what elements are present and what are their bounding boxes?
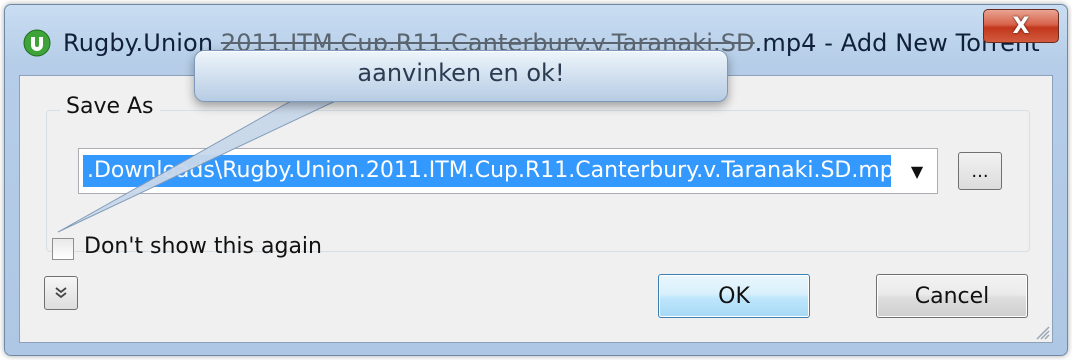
dont-show-again-label[interactable]: Don't show this again xyxy=(84,234,322,259)
ok-button[interactable]: OK xyxy=(658,274,810,318)
dropdown-arrow-icon[interactable]: ▼ xyxy=(897,149,937,193)
annotation-text: aanvinken en ok! xyxy=(357,59,565,87)
double-chevron-down-icon xyxy=(55,287,67,299)
save-path-value[interactable]: .Downloads\Rugby.Union.2011.ITM.Cup.R11.… xyxy=(83,155,891,187)
utorrent-icon xyxy=(23,29,51,57)
save-as-label: Save As xyxy=(60,94,160,119)
save-path-combobox[interactable]: .Downloads\Rugby.Union.2011.ITM.Cup.R11.… xyxy=(78,148,938,194)
resize-grip-icon[interactable] xyxy=(1032,322,1050,340)
annotation-callout: aanvinken en ok! xyxy=(194,50,728,102)
browse-button[interactable]: ... xyxy=(958,152,1002,190)
expand-options-button[interactable] xyxy=(44,276,78,310)
dialog-content: Save As .Downloads\Rugby.Union.2011.ITM.… xyxy=(19,75,1053,343)
close-button[interactable]: X xyxy=(983,9,1059,43)
cancel-button[interactable]: Cancel xyxy=(876,274,1028,318)
dont-show-again-checkbox[interactable] xyxy=(52,238,74,260)
